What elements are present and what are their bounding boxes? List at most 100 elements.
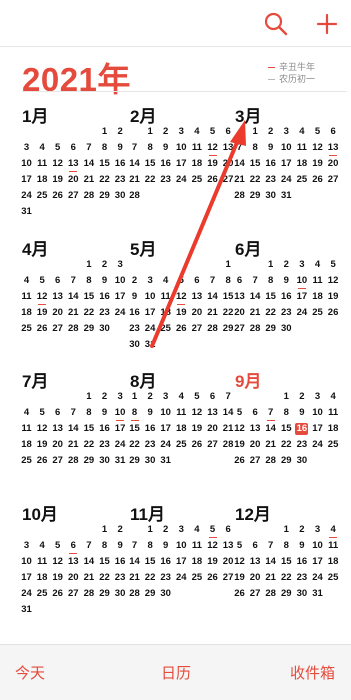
day-cell[interactable]: 25 — [36, 588, 49, 600]
day-cell[interactable]: 5 — [233, 407, 246, 419]
day-cell[interactable]: 19 — [51, 572, 64, 584]
day-cell[interactable]: 15 — [280, 423, 293, 435]
day-cell[interactable]: 6 — [249, 407, 262, 419]
day-cell[interactable]: 20 — [51, 439, 64, 451]
day-cell[interactable]: 7 — [233, 142, 246, 154]
day-cell[interactable]: 3 — [20, 142, 33, 154]
day-cell[interactable]: 18 — [327, 556, 340, 568]
day-cell[interactable]: 6 — [67, 142, 80, 154]
day-cell[interactable]: 9 — [98, 407, 111, 419]
day-cell[interactable]: 28 — [82, 190, 95, 202]
day-cell[interactable]: 5 — [51, 540, 64, 552]
day-cell[interactable]: 26 — [36, 455, 49, 467]
day-cell[interactable]: 14 — [206, 291, 219, 303]
day-cell[interactable]: 21 — [206, 307, 219, 319]
day-cell[interactable]: 6 — [233, 275, 246, 287]
day-cell[interactable]: 29 — [144, 588, 157, 600]
day-cell[interactable]: 3 — [280, 126, 293, 138]
day-cell[interactable]: 2 — [159, 126, 172, 138]
day-cell[interactable]: 18 — [295, 158, 308, 170]
tab-inbox[interactable]: 收件箱 — [290, 662, 335, 683]
day-cell[interactable]: 12 — [36, 291, 49, 303]
day-cell[interactable]: 26 — [206, 174, 219, 186]
day-cell[interactable]: 25 — [190, 174, 203, 186]
day-cell[interactable]: 11 — [36, 556, 49, 568]
day-cell[interactable]: 18 — [36, 174, 49, 186]
day-cell[interactable]: 5 — [190, 391, 203, 403]
day-cell[interactable]: 11 — [190, 540, 203, 552]
day-cell[interactable]: 27 — [249, 588, 262, 600]
day-cell[interactable]: 10 — [175, 142, 188, 154]
day-cell[interactable]: 21 — [82, 174, 95, 186]
day-cell[interactable]: 1 — [280, 524, 293, 536]
day-cell[interactable]: 28 — [128, 588, 141, 600]
day-cell[interactable]: 29 — [82, 323, 95, 335]
day-cell[interactable]: 5 — [327, 259, 340, 271]
day-cell[interactable]: 17 — [311, 556, 324, 568]
day-cell[interactable]: 25 — [327, 439, 340, 451]
day-cell[interactable]: 19 — [233, 572, 246, 584]
day-cell[interactable]: 15 — [249, 158, 262, 170]
day-cell[interactable]: 13 — [51, 423, 64, 435]
day-cell[interactable]: 10 — [20, 158, 33, 170]
day-cell[interactable]: 17 — [175, 158, 188, 170]
day-cell[interactable]: 29 — [82, 455, 95, 467]
day-cell[interactable]: 26 — [206, 572, 219, 584]
day-cell[interactable]: 13 — [327, 142, 340, 154]
day-cell[interactable]: 25 — [36, 190, 49, 202]
day-cell[interactable]: 11 — [20, 423, 33, 435]
month-6[interactable]: 6月 1 2 3 4 5 6 7 8 9 10 11 12 13 14 15 16 17 18 19 20 21 22 23 2… — [233, 235, 345, 365]
day-cell[interactable]: 3 — [311, 524, 324, 536]
day-cell[interactable]: 15 — [82, 291, 95, 303]
day-cell[interactable]: 1 — [280, 391, 293, 403]
day-cell[interactable]: 11 — [327, 407, 340, 419]
day-cell[interactable]: 1 — [144, 126, 157, 138]
day-cell[interactable]: 27 — [249, 455, 262, 467]
day-cell[interactable]: 28 — [233, 190, 246, 202]
day-cell[interactable]: 17 — [114, 291, 127, 303]
day-cell[interactable]: 8 — [264, 275, 277, 287]
day-cell[interactable]: 15 — [144, 158, 157, 170]
day-cell[interactable]: 26 — [190, 439, 203, 451]
day-cell[interactable]: 22 — [249, 174, 262, 186]
day-cell[interactable]: 12 — [233, 423, 246, 435]
day-cell[interactable]: 31 — [311, 588, 324, 600]
day-cell[interactable]: 28 — [82, 588, 95, 600]
day-cell[interactable]: 18 — [327, 423, 340, 435]
day-cell[interactable]: 27 — [327, 174, 340, 186]
day-cell[interactable]: 16 — [98, 291, 111, 303]
day-cell[interactable]: 24 — [295, 307, 308, 319]
day-cell[interactable]: 7 — [128, 540, 141, 552]
day-cell[interactable]: 10 — [20, 556, 33, 568]
day-cell[interactable]: 21 — [233, 174, 246, 186]
day-cell[interactable]: 22 — [264, 307, 277, 319]
day-cell[interactable]: 29 — [98, 588, 111, 600]
day-cell[interactable]: 1 — [144, 524, 157, 536]
day-cell[interactable]: 20 — [190, 307, 203, 319]
day-cell[interactable]: 10 — [114, 407, 127, 419]
day-cell[interactable]: 19 — [36, 439, 49, 451]
day-cell[interactable]: 1 — [222, 259, 235, 271]
day-cell[interactable]: 8 — [280, 407, 293, 419]
day-cell[interactable]: 26 — [233, 588, 246, 600]
day-cell[interactable]: 30 — [295, 588, 308, 600]
day-cell[interactable]: 18 — [175, 423, 188, 435]
day-cell[interactable]: 23 — [159, 572, 172, 584]
day-cell[interactable]: 11 — [190, 142, 203, 154]
day-cell[interactable]: 18 — [20, 307, 33, 319]
day-cell[interactable]: 25 — [20, 323, 33, 335]
day-cell[interactable]: 19 — [175, 307, 188, 319]
day-cell[interactable]: 6 — [327, 126, 340, 138]
day-cell[interactable]: 4 — [159, 275, 172, 287]
day-cell[interactable]: 20 — [67, 572, 80, 584]
day-cell[interactable]: 25 — [295, 174, 308, 186]
day-cell[interactable]: 11 — [20, 291, 33, 303]
day-cell[interactable]: 25 — [311, 307, 324, 319]
day-cell[interactable]: 9 — [114, 540, 127, 552]
day-cell[interactable]: 17 — [144, 307, 157, 319]
day-cell[interactable]: 30 — [280, 323, 293, 335]
day-cell[interactable]: 23 — [144, 439, 157, 451]
day-cell[interactable]: 9 — [159, 142, 172, 154]
month-11[interactable]: 11月 1 2 3 4 5 6 7 8 9 10 11 12 13 14 15 16 17 18 19 20 21 22 23… — [128, 500, 240, 630]
day-cell[interactable]: 17 — [295, 291, 308, 303]
